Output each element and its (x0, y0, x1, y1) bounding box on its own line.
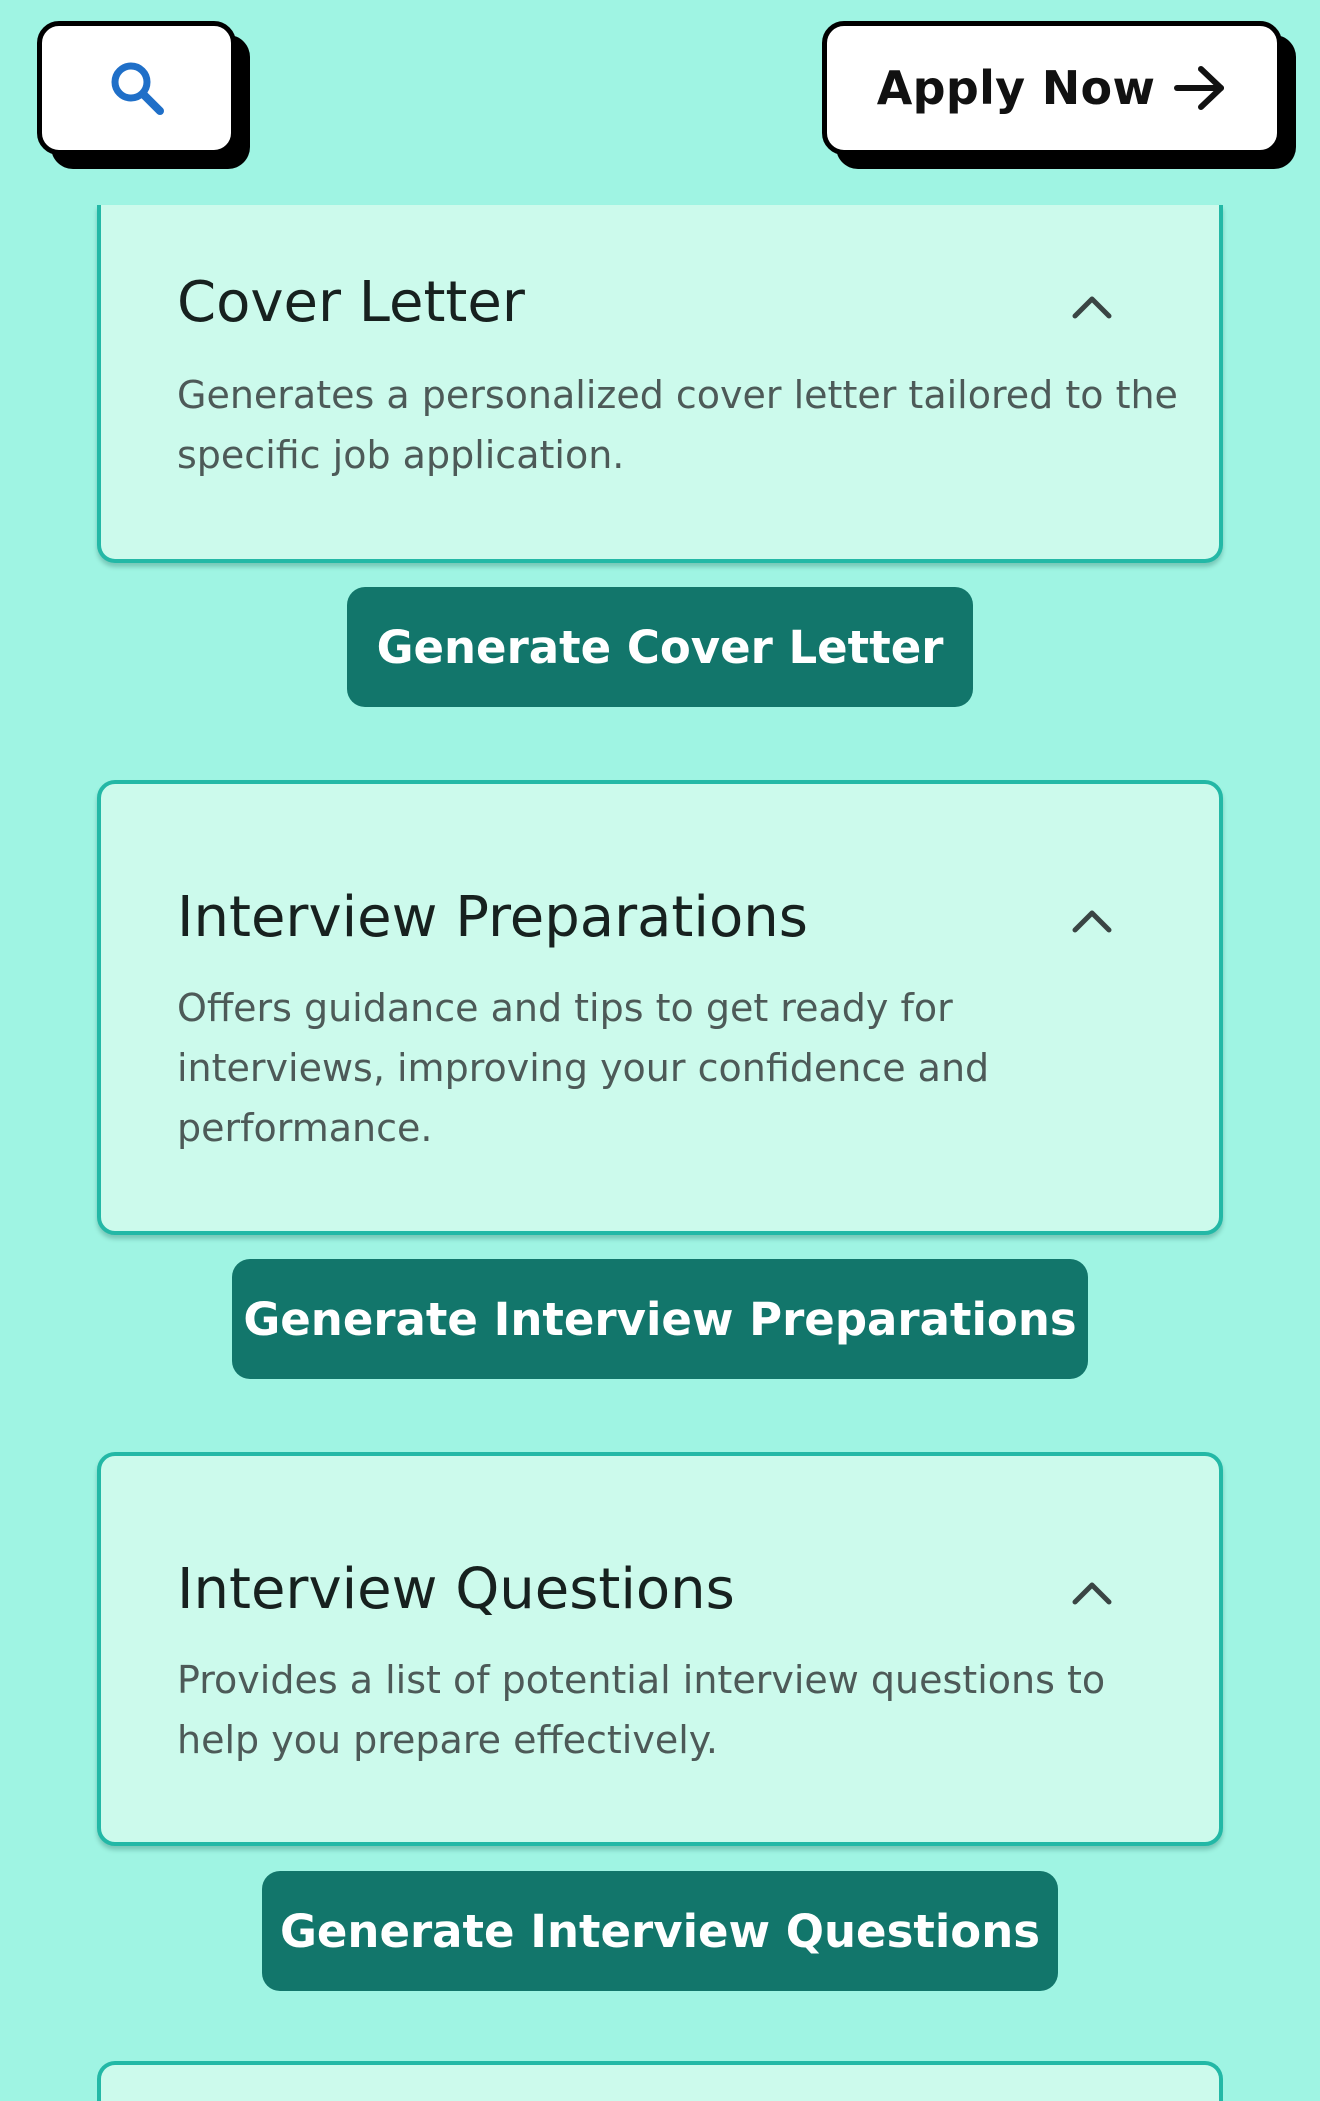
apply-now-label: Apply Now (876, 61, 1156, 115)
generate-cover-letter-button[interactable]: Generate Cover Letter (347, 587, 973, 707)
card-description: Offers guidance and tips to get ready fo… (177, 986, 990, 1150)
card-description: Generates a personalized cover letter ta… (177, 373, 1178, 477)
arrow-right-icon (1174, 66, 1225, 110)
chevron-up-icon[interactable] (1069, 291, 1115, 321)
generate-interview-preparations-button[interactable]: Generate Interview Preparations (232, 1259, 1088, 1379)
interview-questions-card: Interview Questions Provides a list of p… (97, 1452, 1223, 1846)
generate-interview-questions-button[interactable]: Generate Interview Questions (262, 1871, 1058, 1991)
card-title: Cover Letter (177, 270, 525, 335)
chevron-up-icon[interactable] (1069, 905, 1115, 935)
interview-preparations-card: Interview Preparations Offers guidance a… (97, 780, 1223, 1235)
search-button[interactable] (37, 21, 236, 155)
next-card (97, 2061, 1223, 2101)
card-title: Interview Questions (177, 1557, 735, 1622)
card-title: Interview Preparations (177, 885, 808, 950)
cover-letter-card: Cover Letter Generates a personalized co… (97, 205, 1223, 563)
card-description: Provides a list of potential interview q… (177, 1658, 1106, 1762)
search-icon (111, 62, 164, 115)
apply-now-button[interactable]: Apply Now (822, 21, 1282, 155)
chevron-up-icon[interactable] (1069, 1577, 1115, 1607)
